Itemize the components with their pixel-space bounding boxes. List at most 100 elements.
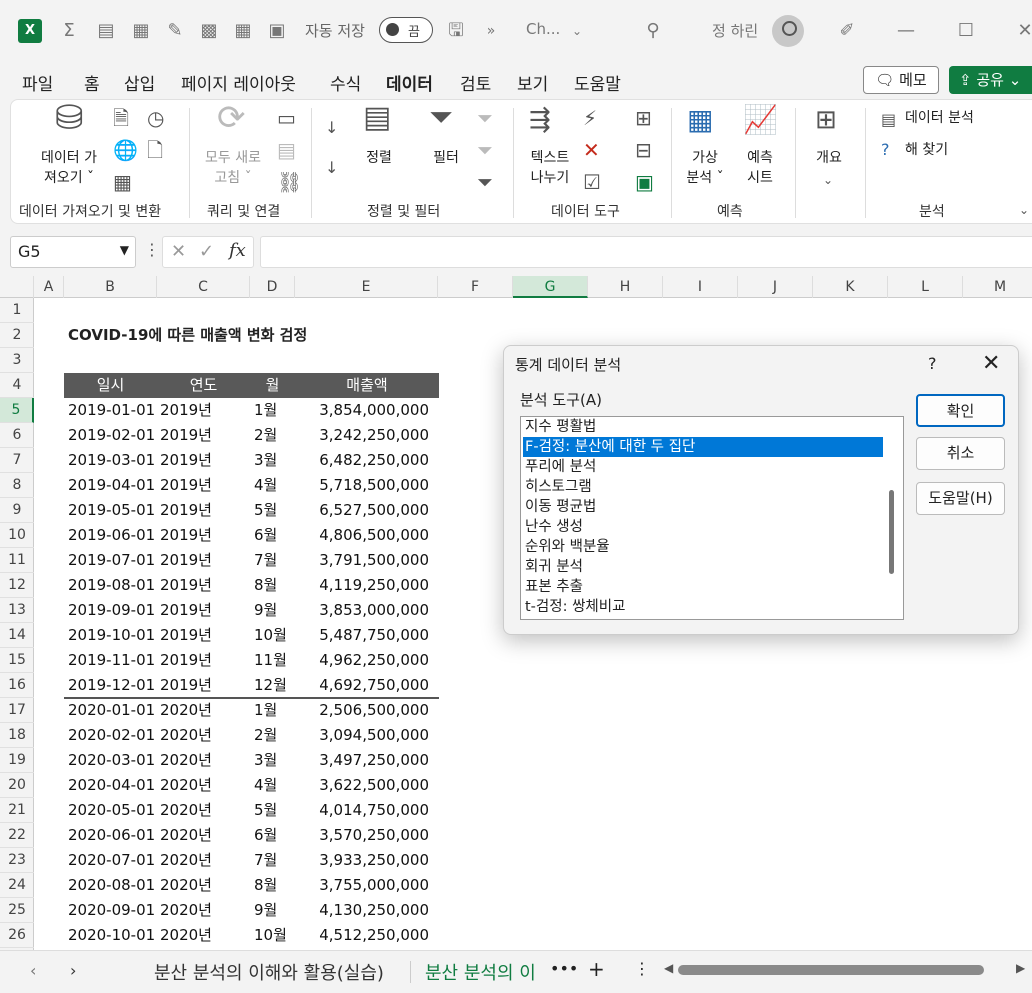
list-item[interactable]: 히스토그램 — [523, 477, 883, 497]
queries-icon[interactable]: ▭ — [277, 108, 296, 128]
cell-year[interactable]: 2020년 — [160, 748, 250, 773]
autosave-toggle[interactable]: 끔 — [379, 17, 433, 43]
close-window-icon[interactable]: ✕ — [1014, 20, 1032, 42]
cell-month[interactable]: 7월 — [254, 848, 294, 873]
header-month[interactable]: 월 — [250, 373, 295, 398]
cell-date[interactable]: 2019-08-01 — [68, 573, 158, 598]
refresh-all-button[interactable]: 모두 새로 고침 ˇ — [197, 148, 269, 188]
cell-year[interactable]: 2019년 — [160, 423, 250, 448]
cell-month[interactable]: 7월 — [254, 548, 294, 573]
list-item[interactable]: t-검정: 쌍체비교 — [523, 597, 883, 617]
text-to-columns-button[interactable]: 텍스트 나누기 — [521, 148, 579, 188]
list-item[interactable]: 순위와 백분율 — [523, 537, 883, 557]
row-header[interactable]: 13 — [0, 598, 34, 623]
cell-date[interactable]: 2019-09-01 — [68, 598, 158, 623]
row-header[interactable]: 11 — [0, 548, 34, 573]
row-header[interactable]: 9 — [0, 498, 34, 523]
list-scrollbar[interactable] — [889, 490, 894, 574]
reapply-icon[interactable]: ⏷ — [477, 140, 493, 160]
flash-fill-icon[interactable]: ⚡ — [583, 108, 597, 128]
edit-icon[interactable]: ✎ — [164, 20, 186, 42]
row-header[interactable]: 12 — [0, 573, 34, 598]
sheet-title[interactable]: COVID-19에 따른 매출액 변화 검정 — [68, 324, 307, 345]
cell-sales[interactable]: 3,497,250,000 — [295, 748, 429, 773]
cell-year[interactable]: 2019년 — [160, 623, 250, 648]
advanced-filter-icon[interactable]: ⏷ — [477, 172, 493, 192]
cell-sales[interactable]: 3,791,500,000 — [295, 548, 429, 573]
share-button[interactable]: ⇪ 공유 ⌄ — [949, 66, 1032, 94]
remove-duplicates-icon[interactable]: ✕ — [583, 140, 600, 160]
cell-sales[interactable]: 4,512,250,000 — [295, 923, 429, 948]
row-header[interactable]: 15 — [0, 648, 34, 673]
cell-month[interactable]: 10월 — [254, 623, 294, 648]
cell-date[interactable]: 2020-02-01 — [68, 723, 158, 748]
from-text-icon[interactable]: 🗎 — [113, 108, 129, 128]
save-icon[interactable]: 🖫 — [445, 20, 467, 42]
cell-year[interactable]: 2019년 — [160, 573, 250, 598]
tab-page-layout[interactable]: 페이지 레이아웃 — [181, 70, 296, 95]
grid-icon[interactable]: ▩ — [198, 20, 220, 42]
memo-button[interactable]: 🗨 메모 — [863, 66, 939, 94]
cell-sales[interactable]: 5,487,750,000 — [295, 623, 429, 648]
header-date[interactable]: 일시 — [64, 373, 157, 398]
designer-icon[interactable]: ✐ — [836, 20, 858, 42]
minimize-icon[interactable]: — — [895, 20, 917, 42]
scroll-right-icon[interactable]: ▶ — [1016, 961, 1025, 975]
tab-help[interactable]: 도움말 — [574, 70, 621, 95]
cell-month[interactable]: 5월 — [254, 798, 294, 823]
column-header[interactable]: F — [438, 276, 513, 298]
list-item[interactable]: 이동 평균법 — [523, 497, 883, 517]
horizontal-scrollbar[interactable]: ◀ ▶ — [664, 961, 1025, 977]
cell-year[interactable]: 2020년 — [160, 898, 250, 923]
column-header[interactable]: J — [738, 276, 813, 298]
enter-icon[interactable]: ✓ — [199, 241, 214, 262]
chevron-down-icon[interactable]: ⌄ — [823, 170, 833, 190]
cell-date[interactable]: 2020-01-01 — [68, 698, 158, 723]
row-header[interactable]: 20 — [0, 773, 34, 798]
chevron-down-icon[interactable]: ⌄ — [566, 20, 588, 42]
clear-filter-icon[interactable]: ⏷ — [477, 108, 493, 128]
cell-sales[interactable]: 3,853,000,000 — [295, 598, 429, 623]
forecast-sheet-button[interactable]: 예측 시트 — [737, 148, 783, 188]
row-header[interactable]: 19 — [0, 748, 34, 773]
column-header[interactable]: L — [888, 276, 963, 298]
row-header[interactable]: 2 — [0, 323, 34, 348]
cell-date[interactable]: 2019-01-01 — [68, 398, 158, 423]
insert-function-icon[interactable]: fx — [229, 240, 246, 261]
sort-button[interactable]: 정렬 — [359, 148, 399, 168]
scroll-thumb[interactable] — [678, 965, 984, 975]
cell-sales[interactable]: 6,527,500,000 — [295, 498, 429, 523]
recent-sources-icon[interactable]: ◷ — [147, 108, 164, 128]
select-all-corner[interactable] — [0, 276, 34, 298]
scroll-left-icon[interactable]: ◀ — [664, 961, 673, 975]
cell-month[interactable]: 12월 — [254, 673, 294, 698]
data-validation-icon[interactable]: ☑ — [583, 172, 601, 192]
cell-sales[interactable]: 3,854,000,000 — [295, 398, 429, 423]
cell-month[interactable]: 4월 — [254, 473, 294, 498]
cell-year[interactable]: 2019년 — [160, 473, 250, 498]
row-header[interactable]: 14 — [0, 623, 34, 648]
cell-sales[interactable]: 5,718,500,000 — [295, 473, 429, 498]
cell-month[interactable]: 8월 — [254, 873, 294, 898]
cell-sales[interactable]: 4,014,750,000 — [295, 798, 429, 823]
cell-date[interactable]: 2020-09-01 — [68, 898, 158, 923]
chevron-down-icon[interactable]: ▼ — [120, 243, 129, 257]
cell-year[interactable]: 2020년 — [160, 848, 250, 873]
row-header[interactable]: 6 — [0, 423, 34, 448]
avatar[interactable] — [772, 15, 804, 47]
column-header[interactable]: B — [64, 276, 157, 298]
cell-sales[interactable]: 3,755,000,000 — [295, 873, 429, 898]
add-sheet-icon[interactable]: + — [588, 957, 605, 981]
cell-month[interactable]: 9월 — [254, 898, 294, 923]
cell-month[interactable]: 1월 — [254, 398, 294, 423]
cell-sales[interactable]: 6,482,250,000 — [295, 448, 429, 473]
column-header[interactable]: A — [34, 276, 64, 298]
next-sheet-icon[interactable]: › — [70, 961, 76, 980]
tab-view[interactable]: 보기 — [517, 70, 548, 95]
cell-sales[interactable]: 4,119,250,000 — [295, 573, 429, 598]
cell-sales[interactable]: 3,570,250,000 — [295, 823, 429, 848]
column-header[interactable]: E — [295, 276, 438, 298]
collapse-ribbon-icon[interactable]: ⌄ — [1019, 200, 1029, 220]
analysis-tools-list[interactable]: 지수 평활법 F-검정: 분산에 대한 두 집단 푸리에 분석 히스토그램 이동… — [520, 416, 904, 620]
cell-year[interactable]: 2020년 — [160, 798, 250, 823]
